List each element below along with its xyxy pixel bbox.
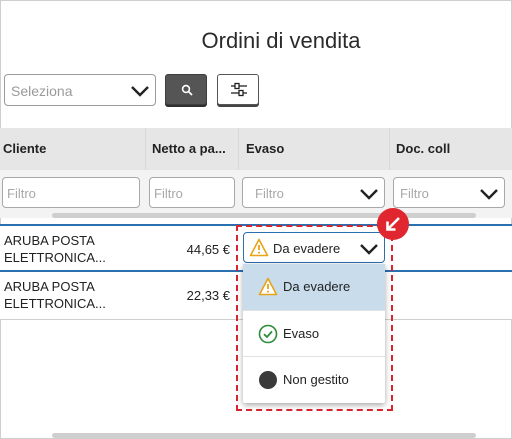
filter-netto-input[interactable]: Filtro (149, 177, 235, 208)
client-name-line: ARUBA POSTA (4, 279, 95, 294)
grid-header: Cliente Netto a pa... Evaso Doc. coll (0, 128, 512, 218)
filter-doc-coll-select[interactable]: Filtro (393, 177, 505, 208)
sliders-icon (231, 82, 247, 97)
filter-evaso-select[interactable]: Filtro (242, 177, 385, 208)
horizontal-scrollbar[interactable] (52, 213, 476, 218)
search-button[interactable] (165, 74, 207, 105)
filled-circle-icon (259, 371, 277, 389)
filter-cliente-input[interactable]: Filtro (2, 177, 140, 208)
chevron-down-icon (131, 86, 149, 97)
filter-placeholder: Filtro (255, 186, 284, 201)
chevron-down-icon (480, 189, 498, 200)
client-name-line: ELETTRONICA... (4, 296, 106, 311)
status-select[interactable]: Da evadere (243, 232, 385, 263)
client-name-line: ARUBA POSTA (4, 233, 95, 248)
select-placeholder: Seleziona (11, 83, 73, 99)
chevron-down-icon (360, 244, 378, 255)
search-icon (181, 84, 193, 96)
cell-netto: 22,33 € (186, 288, 230, 303)
option-da-evadere[interactable]: Da evadere (243, 264, 385, 310)
cell-cliente: ARUBA POSTA ELETTRONICA... (4, 278, 144, 312)
horizontal-scrollbar-bottom[interactable] (52, 433, 476, 438)
filter-placeholder: Filtro (154, 186, 183, 201)
view-select[interactable]: Seleziona (4, 74, 156, 106)
option-label: Evaso (283, 326, 320, 341)
column-header-netto[interactable]: Netto a pa... (152, 141, 226, 156)
status-select-value: Da evadere (273, 241, 341, 256)
option-non-gestito[interactable]: Non gestito (243, 356, 385, 402)
option-evaso[interactable]: Evaso (243, 310, 385, 356)
column-header-doc-coll[interactable]: Doc. coll (396, 141, 450, 156)
filter-placeholder: Filtro (400, 186, 429, 201)
advanced-filter-button[interactable] (217, 74, 259, 105)
status-dropdown-menu: Da evadere Evaso Non gestito (243, 264, 385, 403)
check-circle-icon (258, 324, 278, 344)
cell-cliente: ARUBA POSTA ELETTRONICA... (4, 232, 144, 266)
option-label: Da evadere (283, 279, 351, 294)
warning-icon (249, 238, 269, 257)
option-label: Non gestito (283, 372, 349, 387)
arrow-down-left-icon (386, 217, 400, 231)
warning-icon (258, 277, 278, 296)
column-header-cliente[interactable]: Cliente (3, 141, 46, 156)
callout-badge (377, 208, 409, 240)
client-name-line: ELETTRONICA... (4, 250, 106, 265)
chevron-down-icon (360, 189, 378, 200)
filter-row: Filtro Filtro Filtro Filtro (0, 170, 512, 218)
page-title: Ordini di vendita (201, 28, 361, 53)
cell-netto: 44,65 € (186, 242, 230, 257)
filter-placeholder: Filtro (7, 186, 36, 201)
column-header-evaso[interactable]: Evaso (246, 141, 284, 156)
